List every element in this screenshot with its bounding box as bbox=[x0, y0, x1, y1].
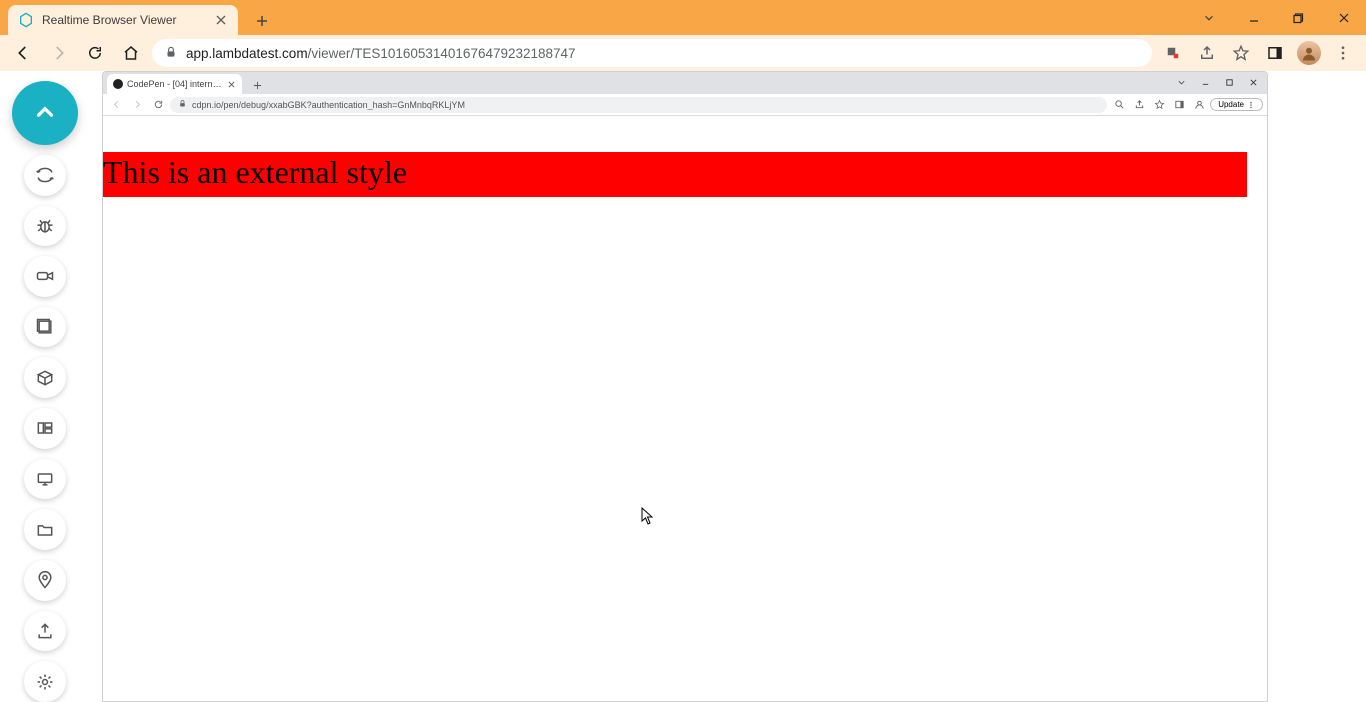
screenshot-button[interactable] bbox=[24, 307, 66, 348]
remote-url-text: cdpn.io/pen/debug/xxabGBK?authentication… bbox=[192, 100, 1099, 110]
bookmark-icon[interactable] bbox=[1226, 38, 1256, 68]
remote-share-icon[interactable] bbox=[1130, 96, 1148, 114]
remote-tab-dropdown-icon[interactable] bbox=[1169, 72, 1193, 92]
remote-page-content: This is an external style bbox=[103, 116, 1267, 701]
remote-zoom-icon[interactable] bbox=[1110, 96, 1128, 114]
minimize-button[interactable] bbox=[1231, 3, 1276, 33]
reload-button[interactable] bbox=[80, 38, 110, 68]
remote-forward-button[interactable] bbox=[128, 96, 146, 114]
layout-button[interactable] bbox=[24, 408, 66, 449]
remote-close-tab-icon[interactable] bbox=[226, 79, 236, 89]
remote-reload-button[interactable] bbox=[149, 96, 167, 114]
remote-address-bar[interactable]: cdpn.io/pen/debug/xxabGBK?authentication… bbox=[170, 97, 1107, 113]
remote-profile-icon[interactable] bbox=[1190, 96, 1208, 114]
remote-new-tab-button[interactable] bbox=[248, 76, 266, 94]
remote-update-button[interactable]: Update bbox=[1210, 98, 1263, 111]
location-button[interactable] bbox=[24, 560, 66, 601]
lambdatest-favicon-icon bbox=[18, 12, 34, 28]
remote-tab-title: CodePen - [04] internal-style bbox=[127, 79, 222, 89]
close-tab-icon[interactable] bbox=[214, 13, 228, 27]
share-icon[interactable] bbox=[1192, 38, 1222, 68]
remote-toolbar: cdpn.io/pen/debug/xxabGBK?authentication… bbox=[103, 94, 1267, 116]
remote-back-button[interactable] bbox=[107, 96, 125, 114]
lt-sidebar bbox=[0, 71, 90, 702]
outer-toolbar: app.lambdatest.com/viewer/TES10160531401… bbox=[0, 35, 1366, 71]
profile-avatar[interactable] bbox=[1294, 38, 1324, 68]
page-heading: This is an external style bbox=[103, 152, 1247, 197]
menu-icon[interactable] bbox=[1328, 38, 1358, 68]
remote-browser-tab[interactable]: CodePen - [04] internal-style bbox=[107, 74, 242, 94]
bug-report-button[interactable] bbox=[24, 206, 66, 247]
files-button[interactable] bbox=[24, 509, 66, 550]
remote-minimize-button[interactable] bbox=[1193, 72, 1217, 92]
collapse-sidebar-button[interactable] bbox=[12, 81, 78, 145]
home-button[interactable] bbox=[116, 38, 146, 68]
remote-lock-icon bbox=[178, 99, 187, 110]
remote-close-button[interactable] bbox=[1241, 72, 1265, 92]
remote-browser-window: CodePen - [04] internal-style bbox=[102, 71, 1268, 702]
tab-search-dropdown-icon[interactable] bbox=[1186, 3, 1231, 33]
device-button[interactable] bbox=[24, 459, 66, 500]
codepen-favicon-icon bbox=[113, 79, 123, 89]
viewer-area: CodePen - [04] internal-style bbox=[0, 71, 1366, 702]
extension-icon[interactable] bbox=[1158, 38, 1188, 68]
remote-side-panel-icon[interactable] bbox=[1170, 96, 1188, 114]
remote-bookmark-icon[interactable] bbox=[1150, 96, 1168, 114]
close-window-button[interactable] bbox=[1321, 3, 1366, 33]
video-record-button[interactable] bbox=[24, 256, 66, 297]
remote-tab-strip: CodePen - [04] internal-style bbox=[103, 72, 1267, 94]
switch-browser-button[interactable] bbox=[24, 155, 66, 196]
outer-tab-title: Realtime Browser Viewer bbox=[42, 13, 206, 27]
update-label: Update bbox=[1218, 100, 1244, 109]
outer-browser-tab[interactable]: Realtime Browser Viewer bbox=[8, 5, 238, 35]
forward-button[interactable] bbox=[44, 38, 74, 68]
package-button[interactable] bbox=[24, 357, 66, 398]
url-text: app.lambdatest.com/viewer/TES10160531401… bbox=[186, 46, 1140, 61]
settings-button[interactable] bbox=[24, 661, 66, 702]
new-tab-button[interactable] bbox=[248, 7, 276, 35]
back-button[interactable] bbox=[8, 38, 38, 68]
lock-icon bbox=[164, 45, 178, 62]
upload-button[interactable] bbox=[24, 611, 66, 652]
address-bar[interactable]: app.lambdatest.com/viewer/TES10160531401… bbox=[152, 39, 1152, 67]
remote-maximize-button[interactable] bbox=[1217, 72, 1241, 92]
side-panel-icon[interactable] bbox=[1260, 38, 1290, 68]
outer-tab-strip: Realtime Browser Viewer bbox=[0, 0, 1366, 35]
maximize-button[interactable] bbox=[1276, 3, 1321, 33]
